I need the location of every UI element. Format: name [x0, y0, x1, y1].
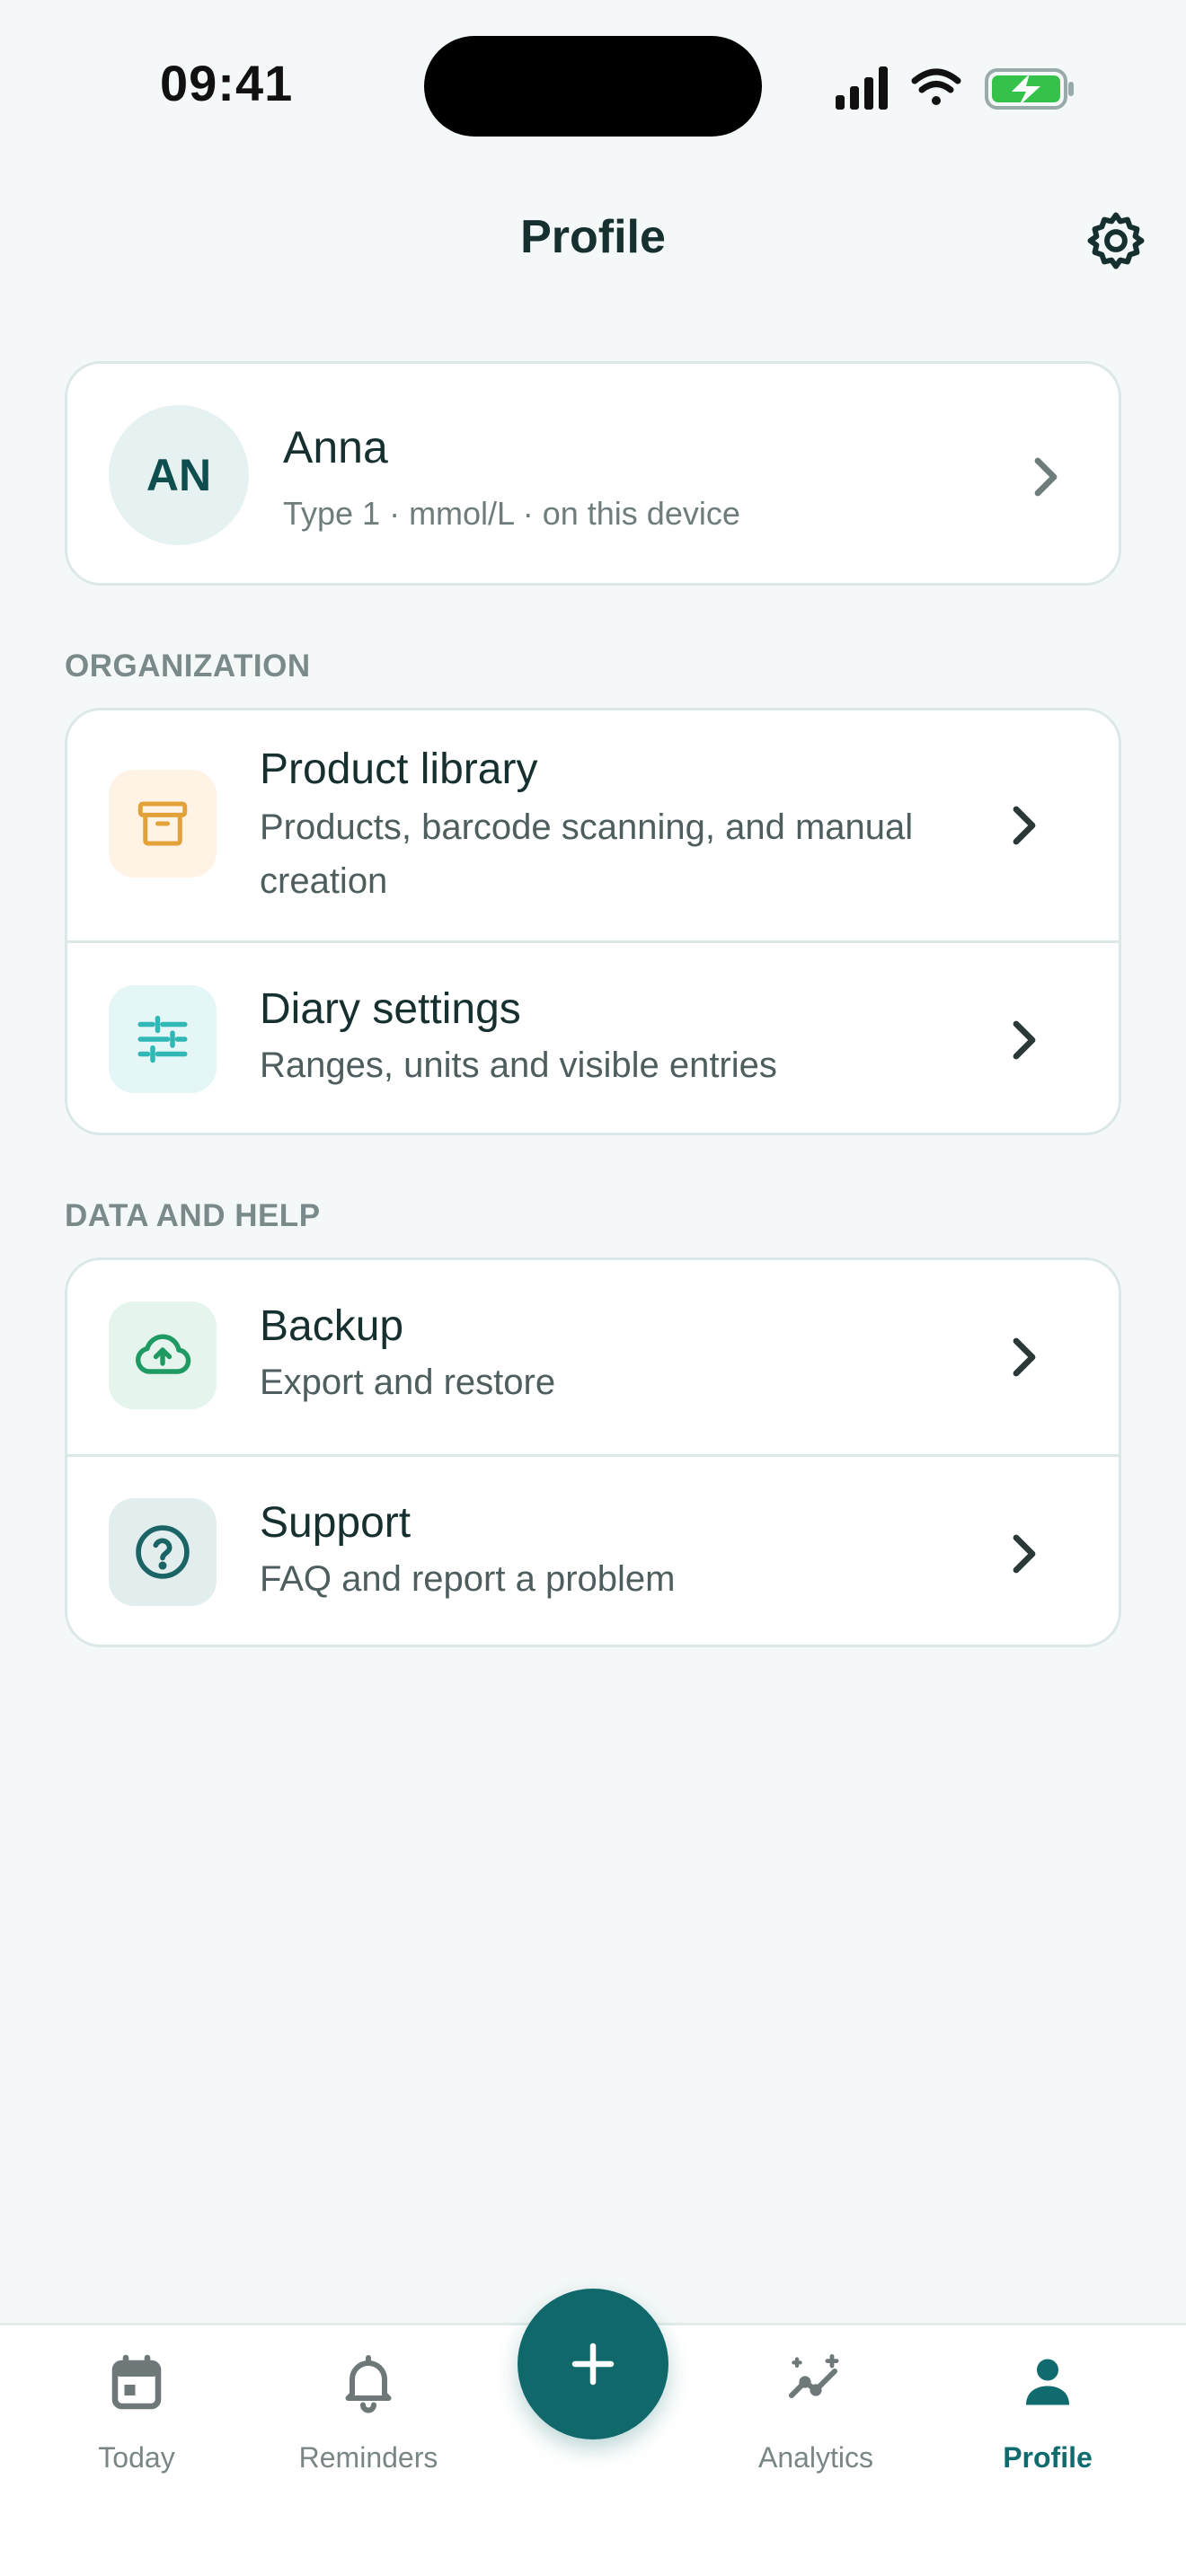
menu-item-subtitle: Export and restore: [260, 1363, 556, 1402]
tab-label: Profile: [1003, 2441, 1093, 2474]
bell-icon: [345, 2355, 392, 2413]
tab-today[interactable]: Today: [29, 2350, 244, 2475]
tab-analytics[interactable]: Analytics: [708, 2350, 924, 2475]
person-icon: [1026, 2359, 1069, 2405]
trend-sparkle-icon: [789, 2354, 839, 2398]
menu-item-subtitle: FAQ and report a problem: [260, 1559, 676, 1599]
tab-label: Reminders: [298, 2441, 438, 2474]
signal-icon: [836, 66, 888, 110]
profile-meta: Type 1 · mmol/L · on this device: [283, 495, 740, 532]
section-label-data-help: DATA AND HELP: [65, 1198, 321, 1233]
menu-item-product-library[interactable]: Product library Products, barcode scanni…: [67, 710, 1119, 940]
tab-profile[interactable]: Profile: [940, 2350, 1155, 2475]
backup-icon-box: [109, 1301, 217, 1409]
menu-item-subtitle: Ranges, units and visible entries: [260, 1045, 777, 1085]
archive-box-icon: [137, 801, 188, 846]
question-circle-icon: [136, 1525, 190, 1579]
calendar-icon: [111, 2354, 162, 2410]
cloud-upload-icon: [136, 1334, 191, 1374]
menu-item-subtitle: Products, barcode scanning, and manual c…: [260, 807, 914, 901]
menu-item-diary-settings[interactable]: Diary settings Ranges, units and visible…: [67, 943, 1119, 1133]
chevron-right-icon: [1013, 1337, 1036, 1377]
battery-charging-icon: [985, 68, 1074, 110]
product-icon-box: [109, 770, 217, 878]
chevron-right-icon: [1013, 1020, 1036, 1060]
profile-card[interactable]: AN Anna Type 1 · mmol/L · on this device: [65, 361, 1121, 586]
section-label-organization: ORGANIZATION: [65, 648, 311, 684]
status-time: 09:41: [160, 55, 294, 111]
page-title: Profile: [520, 211, 666, 263]
wifi-icon: [911, 68, 961, 105]
organization-card: Product library Products, barcode scanni…: [65, 708, 1121, 1135]
chevron-right-icon: [1034, 457, 1058, 497]
chevron-right-icon: [1013, 806, 1036, 845]
menu-item-title: Product library: [260, 745, 538, 793]
support-icon-box: [109, 1498, 217, 1606]
menu-item-backup[interactable]: Backup Export and restore: [67, 1260, 1119, 1454]
menu-item-title: Support: [260, 1499, 412, 1547]
sliders-icon: [137, 1015, 188, 1063]
tab-label: Today: [98, 2441, 175, 2474]
menu-item-title: Diary settings: [260, 985, 521, 1033]
tab-reminders[interactable]: Reminders: [261, 2350, 476, 2475]
menu-item-title: Backup: [260, 1302, 404, 1350]
diary-icon-box: [109, 985, 217, 1093]
menu-item-support[interactable]: Support FAQ and report a problem: [67, 1457, 1119, 1645]
plus-icon: [571, 2342, 615, 2386]
avatar: AN: [109, 405, 249, 545]
tab-label: Analytics: [757, 2441, 874, 2474]
add-entry-button[interactable]: [518, 2289, 668, 2439]
gear-icon[interactable]: [1084, 208, 1148, 273]
profile-name: Anna: [283, 422, 388, 472]
chevron-right-icon: [1013, 1534, 1036, 1574]
status-icons: [836, 66, 1074, 110]
dynamic-island: [424, 36, 762, 137]
data-help-card: Backup Export and restore Support FAQ an…: [65, 1257, 1121, 1647]
